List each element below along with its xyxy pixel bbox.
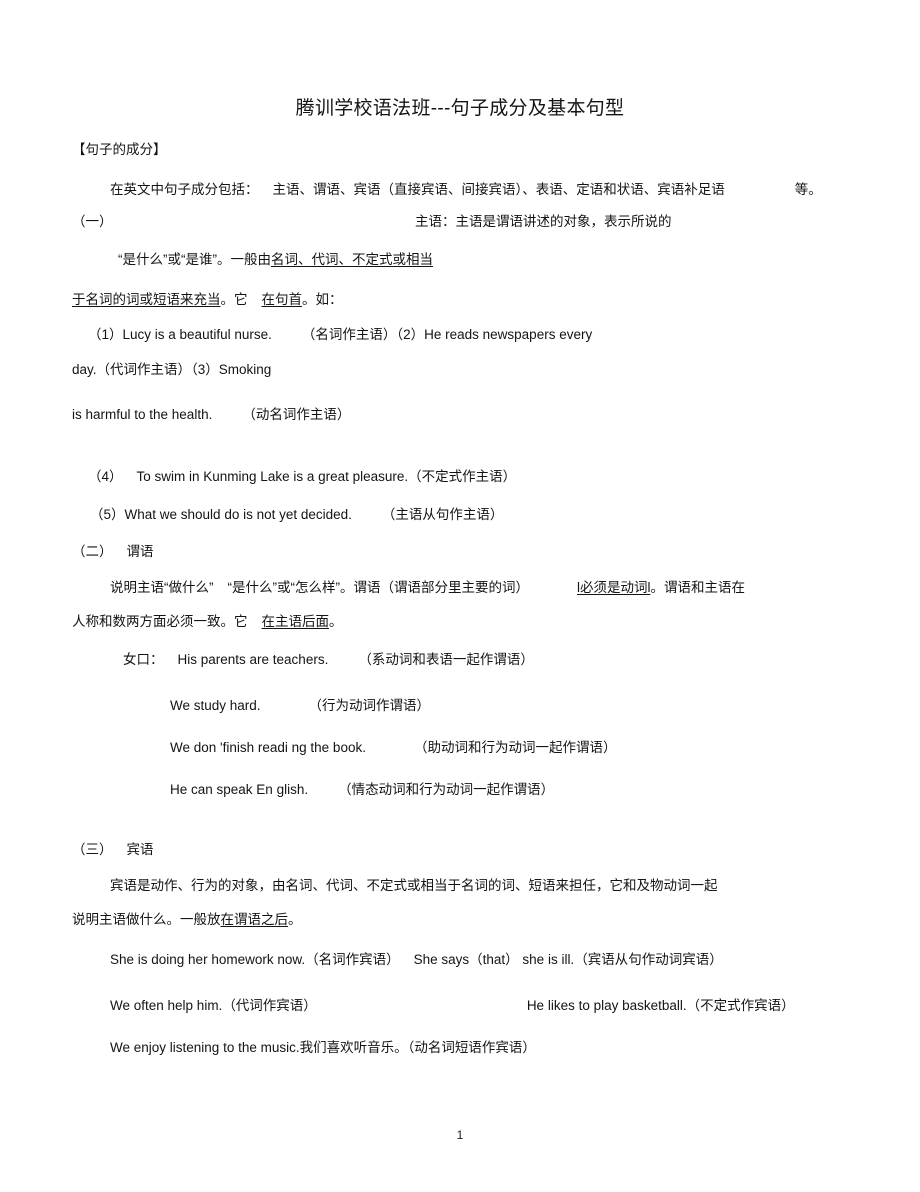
example-number-2: （2） (396, 327, 425, 342)
object-body-line-1: 宾语是动作、行为的对象，由名词、代词、不定式或相当于名词的词、短语来担任，它和及… (110, 878, 718, 893)
subject-example-3: is harmful to the health. （动名词作主语） (72, 405, 350, 425)
intro-main: 在英文中句子成分包括： (110, 182, 259, 197)
subject-def-mid: 。它 (220, 292, 248, 307)
predicate-line2-pre: 人称和数两方面必须一致。它 (72, 614, 248, 629)
intro-line: 在英文中句子成分包括： 主语、谓语、宾语（直接宾语、间接宾语）、表语、定语和状语、… (110, 180, 822, 200)
intro-tail: 等。 (794, 182, 822, 197)
example-english: We enjoy listening to the music.我们喜欢听音乐。 (110, 1040, 408, 1055)
predicate-example-3: We don 'finish readi ng the book. （助动词和行为… (170, 738, 616, 758)
subject-def-pre: “是什么”或“是谁”。一般由 (118, 252, 271, 267)
subject-def-tail: 。如： (302, 292, 343, 307)
object-section-label: （三） 宾语 (72, 840, 154, 860)
predicate-section-label: （二） 谓语 (72, 542, 154, 562)
predicate-line2-tail: 。 (329, 614, 343, 629)
example-english: To swim in Kunming Lake is a great pleas… (136, 469, 409, 484)
object-title: 宾语 (126, 842, 154, 857)
page-number: 1 (456, 1128, 464, 1142)
predicate-body-tail: 。谓语和主语在 (650, 580, 745, 595)
example-english-2: He reads newspapers every (424, 327, 593, 342)
predicate-example-1: 女口： His parents are teachers. （系动词和表语一起作谓语… (123, 650, 534, 670)
predicate-line2-underline: 在主语后面 (261, 614, 330, 629)
predicate-body-mid: “是什么”或“怎么样”。谓语（谓语部分里主要的词） (227, 580, 529, 595)
subject-example-4: （4） To swim in Kunming Lake is a great pl… (88, 467, 516, 487)
predicate-body-line-1: 说明主语“做什么” “是什么”或“怎么样”。谓语（谓语部分里主要的词） l必须是动词… (110, 578, 745, 598)
example-note-2: （不定式作宾语） (686, 998, 795, 1013)
section-heading: 【句子的成分】 (72, 142, 167, 157)
example-note: （系动词和表语一起作谓语） (358, 652, 534, 667)
example-note: （动名词短语作宾语） (407, 1040, 536, 1055)
subject-section-label: （一） (72, 214, 113, 229)
example-number: （4） (88, 469, 123, 484)
example-note: （代词作宾语） (222, 998, 317, 1013)
example-note: （名词作主语） (301, 327, 397, 342)
example-note: （不定式作主语） (408, 469, 517, 484)
example-english: We study hard. (170, 698, 261, 713)
subject-definition-line-3: 于名词的词或短语来充当。它 在句首。如： (72, 290, 343, 310)
object-line2-tail: 。 (288, 912, 302, 927)
predicate-body-underline: l必须是动词l (576, 580, 651, 595)
example-english: What we should do is not yet decided. (124, 507, 352, 522)
example-english-2: She says（that） she is ill. (413, 952, 575, 967)
predicate-label: （二） (72, 544, 113, 559)
example-note: （主语从句作主语） (381, 507, 504, 522)
object-label: （三） (72, 842, 113, 857)
intro-list: 主语、谓语、宾语（直接宾语、间接宾语）、表语、定语和状语、宾语补足语 (272, 182, 725, 197)
subject-definition-line-2: “是什么”或“是谁”。一般由名词、代词、不定式或相当 (118, 250, 433, 270)
example-english: She is doing her homework now. (110, 952, 306, 967)
example-note: （情态动词和行为动词一起作谓语） (338, 782, 555, 797)
subject-def-underline-1: 名词、代词、不定式或相当 (270, 252, 433, 267)
example-note: （代词作主语） (96, 362, 192, 377)
object-line2-underline: 在谓语之后 (220, 912, 289, 927)
example-note: （助动词和行为动词一起作谓语） (413, 740, 617, 755)
subject-section-title: 主语：主语是谓语讲述的对象，表示所说的 (415, 214, 672, 229)
object-example-3: We enjoy listening to the music.我们喜欢听音乐。… (110, 1038, 536, 1058)
example-english-2: He likes to play basketball. (526, 998, 687, 1013)
object-line2-pre: 说明主语做什么。一般放 (72, 912, 221, 927)
subject-example-1: （1）Lucy is a beautiful nurse. （名词作主语）（2）H… (88, 325, 592, 345)
example-note-2: （宾语从句作动词宾语） (574, 952, 723, 967)
example-note: （动名词作主语） (242, 407, 351, 422)
document-page: 腾训学校语法班---句子成分及基本句型 【句子的成分】 在英文中句子成分包括： 主… (0, 0, 920, 1192)
example-english: is harmful to the health. (72, 407, 213, 422)
subject-def-underline-3: 在句首 (261, 292, 303, 307)
example-note: （行为动词作谓语） (308, 698, 431, 713)
example-english: We often help him. (110, 998, 223, 1013)
example-english: day. (72, 362, 97, 377)
predicate-example-2: We study hard. （行为动词作谓语） (170, 696, 430, 716)
example-number-2: （3） (191, 362, 219, 377)
example-english-2: Smoking (218, 362, 272, 377)
object-example-1: She is doing her homework now.（名词作宾语） She… (110, 950, 723, 970)
example-number: （5） (90, 507, 125, 522)
subject-def-underline-2: 于名词的词或短语来充当 (72, 292, 221, 307)
object-body-line-2: 说明主语做什么。一般放在谓语之后。 (72, 910, 302, 930)
example-number: （1） (88, 327, 123, 342)
example-prefix: 女口： (123, 652, 164, 667)
predicate-body-pre: 说明主语“做什么” (110, 580, 214, 595)
example-english: He can speak En glish. (170, 782, 309, 797)
predicate-body-line-2: 人称和数两方面必须一致。它 在主语后面。 (72, 612, 343, 632)
object-example-2: We often help him.（代词作宾语） He likes to pla… (110, 996, 795, 1016)
subject-example-5: （5）What we should do is not yet decided.… (90, 505, 503, 525)
subject-example-2: day.（代词作主语）（3）Smoking (72, 360, 271, 380)
predicate-title: 谓语 (126, 544, 154, 559)
predicate-example-4: He can speak En glish. （情态动词和行为动词一起作谓语） (170, 780, 554, 800)
example-note: （名词作宾语） (305, 952, 400, 967)
example-english: Lucy is a beautiful nurse. (122, 327, 272, 342)
example-english: His parents are teachers. (177, 652, 329, 667)
page-title: 腾训学校语法班---句子成分及基本句型 (295, 98, 625, 119)
example-english: We don 'finish readi ng the book. (170, 740, 366, 755)
